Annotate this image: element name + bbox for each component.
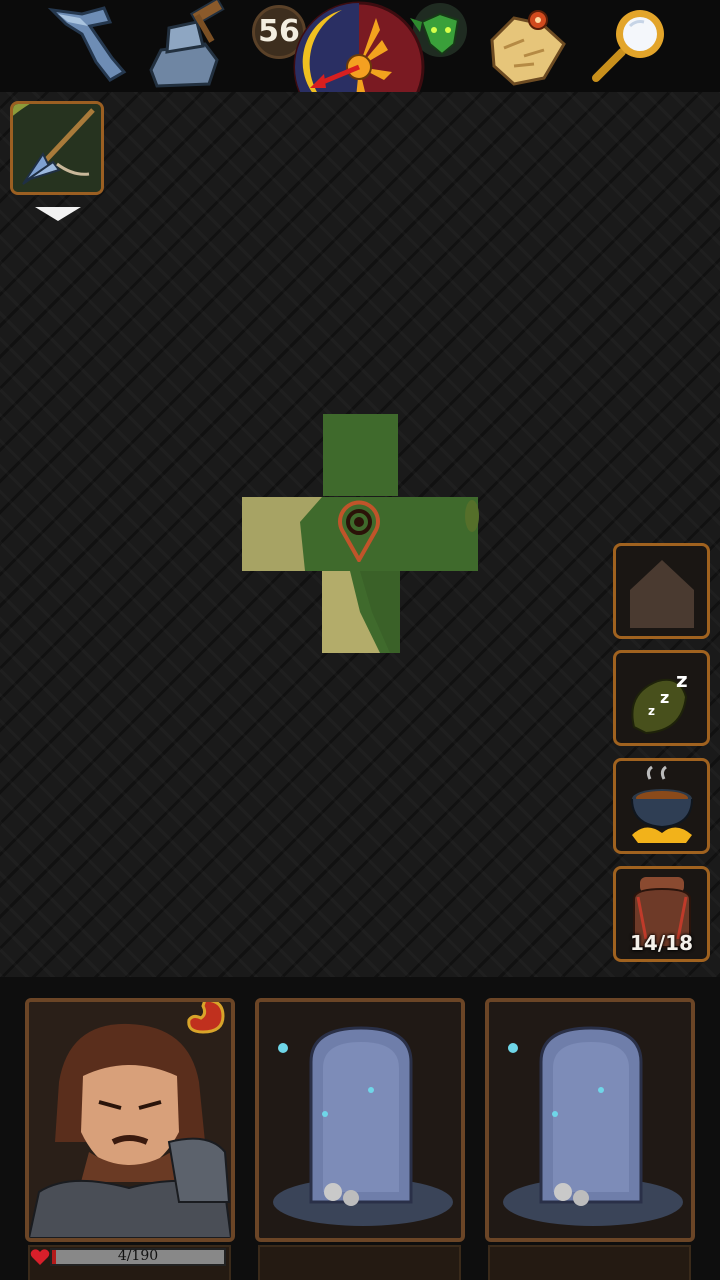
backpack-button[interactable]: 14/18 — [613, 866, 710, 962]
empty-party-slot[interactable] — [255, 998, 465, 1242]
crafting-pickaxe-icon[interactable] — [38, 0, 130, 92]
build-house-button[interactable] — [613, 543, 710, 639]
empty-party-slot[interactable] — [485, 998, 695, 1242]
empty-slot-footer — [488, 1245, 691, 1280]
expand-quests-arrow-icon[interactable] — [35, 207, 81, 221]
treasure-map-icon[interactable] — [484, 0, 576, 92]
heart-icon — [30, 1248, 50, 1266]
anvil-hammer-icon[interactable] — [143, 0, 235, 92]
svg-text:z: z — [676, 668, 688, 692]
tombstone-icon — [489, 1002, 691, 1238]
hero-portrait-card[interactable] — [25, 998, 235, 1242]
active-quest-slot[interactable] — [10, 101, 104, 195]
cook-button[interactable] — [613, 758, 710, 854]
hero-portrait — [29, 1002, 231, 1238]
player-location-marker-icon — [336, 500, 382, 565]
svg-text:z: z — [660, 688, 669, 707]
sleep-zzz-icon: z z z — [631, 668, 688, 735]
arrow-weapon-icon — [13, 104, 101, 192]
hero-health-bar: 4/190 — [50, 1248, 226, 1266]
tombstone-icon — [259, 1002, 461, 1238]
magnifying-glass-icon[interactable] — [588, 0, 680, 92]
empty-slot-footer — [258, 1245, 461, 1280]
svg-text:z: z — [648, 704, 655, 718]
world-map[interactable] — [0, 92, 720, 977]
stomach-icon — [183, 1002, 229, 1036]
cooking-pot-icon — [631, 765, 693, 843]
house-icon — [630, 560, 694, 628]
sleep-button[interactable]: z z z — [613, 650, 710, 746]
hero-health-text: 4/190 — [117, 1248, 159, 1264]
backpack-capacity: 14/18 — [630, 931, 693, 955]
